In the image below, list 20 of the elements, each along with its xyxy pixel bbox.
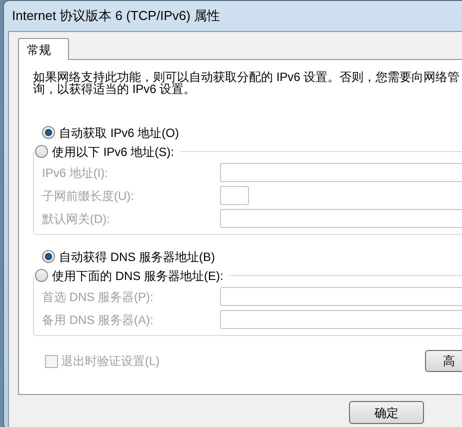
tab[interactable]: 常规 xyxy=(18,38,69,60)
window-title: Internet 协议版本 6 (TCP/IPv6) 属性 xyxy=(12,7,220,26)
field-label: IPv6 地址(I): xyxy=(42,164,110,182)
radio-button[interactable] xyxy=(42,250,55,263)
field-label: 默认网关(D): xyxy=(42,210,111,228)
radio-button[interactable] xyxy=(42,126,55,139)
field-label: 子网前缀长度(U): xyxy=(42,188,135,204)
option-label: 自动获得 DNS 服务器地址(B) xyxy=(59,248,215,266)
description-text: 询，以获得适当的 IPv6 设置。 xyxy=(33,83,196,95)
radio-button[interactable] xyxy=(35,145,48,158)
advanced-button[interactable]: 高 xyxy=(425,350,462,372)
description-text: 如果网络支持此功能，则可以自动获取分配的 IPv6 设置。否则，您需要向网络管 xyxy=(33,71,461,83)
radio-button[interactable] xyxy=(35,269,48,282)
option-label: 自动获取 IPv6 地址(O) xyxy=(59,124,180,142)
option-label: 使用以下 IPv6 地址(S): xyxy=(52,144,174,160)
ok-button[interactable]: 确定 xyxy=(349,401,424,424)
checkbox-label: 退出时验证设置(L) xyxy=(61,353,160,370)
option-label: 使用下面的 DNS 服务器地址(E): xyxy=(52,268,224,284)
field-label: 备用 DNS 服务器(A): xyxy=(42,312,154,328)
field-label: 首选 DNS 服务器(P): xyxy=(42,288,154,306)
